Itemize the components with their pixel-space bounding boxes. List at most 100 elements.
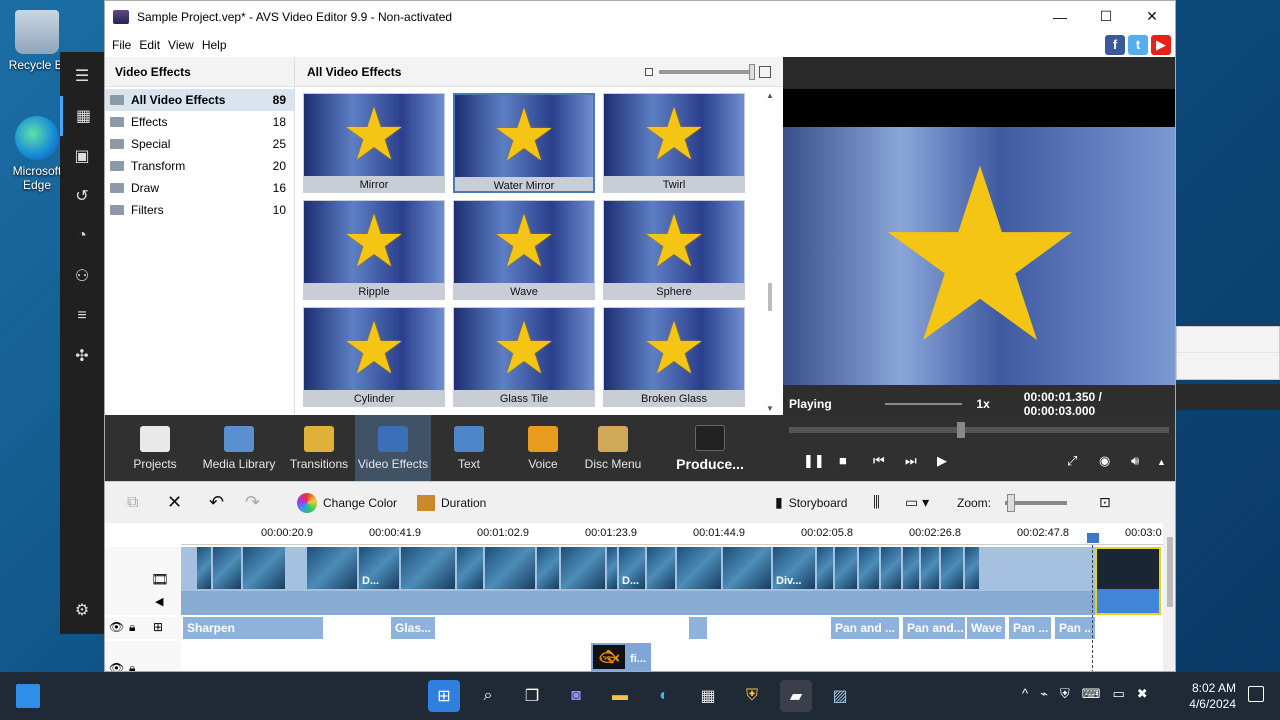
video-clip[interactable] [965, 547, 979, 589]
effect-tile[interactable]: ★ Water Mirror [453, 93, 595, 193]
category-item[interactable]: Special 25 [105, 133, 294, 155]
security-shield-icon[interactable]: ⛨ [736, 680, 768, 712]
video-clip[interactable] [941, 547, 963, 589]
volume-menu-arrow[interactable]: ▲ [1157, 457, 1166, 467]
dashboard-icon[interactable]: ▦ [60, 96, 104, 136]
image-icon[interactable]: ▣ [60, 136, 104, 176]
display-mode-icon[interactable]: ▭ ▾ [905, 494, 929, 511]
video-clip[interactable] [723, 547, 771, 589]
fit-timeline-icon[interactable]: ⊡ [1099, 494, 1111, 511]
storyboard-button[interactable]: ▮ Storyboard [775, 494, 847, 511]
video-clip[interactable] [835, 547, 857, 589]
category-item[interactable]: All Video Effects 89 [105, 89, 294, 111]
video-clip[interactable] [243, 547, 285, 589]
menu-view[interactable]: View [164, 38, 198, 52]
lock-icon[interactable]: 🔒︎ [129, 661, 135, 671]
effect-tile[interactable]: ★ Ripple [303, 200, 445, 300]
snapshot-icon[interactable]: ◉ [1099, 453, 1110, 469]
video-clip[interactable] [859, 547, 879, 589]
effect-clip[interactable]: Pan and... [903, 617, 965, 639]
video-clip[interactable] [537, 547, 559, 589]
playback-speed[interactable]: 1x [976, 397, 989, 411]
stop-button[interactable]: ■ [839, 453, 847, 468]
timeline-scrollbar[interactable] [1163, 523, 1175, 671]
speaker-icon[interactable]: ◀ [155, 595, 163, 608]
effect-tile[interactable]: ★ Glass Tile [453, 307, 595, 407]
people-icon[interactable]: ⚇ [60, 256, 104, 296]
effect-clip[interactable]: Pan ... [1009, 617, 1051, 639]
undo-icon[interactable]: ↶ [209, 492, 224, 513]
change-color-button[interactable]: Change Color [297, 492, 397, 513]
thumbnail-size-slider[interactable] [645, 64, 771, 80]
effect-tile[interactable]: ★ Broken Glass [603, 307, 745, 407]
effect-clip[interactable]: Pan and ... [831, 617, 899, 639]
effect-tile[interactable]: ★ Twirl [603, 93, 745, 193]
pause-button[interactable]: ❚❚ [803, 453, 825, 469]
show-hidden-icons-icon[interactable]: ^ [1022, 686, 1028, 702]
split-icon[interactable]: ⧉ [127, 494, 138, 512]
facebook-icon[interactable]: f [1105, 34, 1125, 55]
video-clip[interactable]: D... [359, 547, 399, 589]
gallery-scrollbar[interactable]: ▲ ▼ [765, 91, 775, 413]
play-range-button[interactable]: ▶ [937, 453, 947, 469]
effect-tile[interactable]: ★ Wave [453, 200, 595, 300]
category-item[interactable]: Draw 16 [105, 177, 294, 199]
video-clip[interactable] [401, 547, 455, 589]
volume-icon[interactable]: 🔊︎ [1131, 453, 1139, 469]
video-clip[interactable] [881, 547, 901, 589]
toolbar-video-effects[interactable]: Video Effects [355, 415, 431, 481]
effect-clip[interactable]: Pan ... [1055, 617, 1095, 639]
image-viewer-icon[interactable]: ▨ [824, 680, 856, 712]
volume-mini-slider[interactable] [885, 403, 963, 405]
history-icon[interactable]: ↺ [60, 176, 104, 216]
task-view-icon[interactable]: ❐ [516, 680, 548, 712]
menu-file[interactable]: File [108, 38, 135, 52]
youtube-icon[interactable]: ▶ [1151, 34, 1171, 55]
twitter-icon[interactable]: t [1128, 34, 1148, 55]
previous-frame-button[interactable]: ⏮ [873, 453, 885, 469]
eye-icon[interactable]: 👁︎ [109, 620, 124, 634]
produce-button[interactable]: Produce... [665, 415, 755, 481]
list-icon[interactable]: ≡ [60, 296, 104, 336]
video-clip[interactable] [677, 547, 721, 589]
settings-gear-icon[interactable]: ⚙ [60, 590, 104, 630]
preview-video[interactable]: ★ [783, 127, 1175, 385]
toolbar-transitions[interactable]: Transitions [281, 415, 357, 481]
toolbar-projects[interactable]: Projects [117, 415, 193, 481]
category-item[interactable]: Transform 20 [105, 155, 294, 177]
lock-icon[interactable]: 🔒︎ [129, 620, 135, 635]
video-clip[interactable] [561, 547, 605, 589]
effect-tile[interactable]: ★ Mirror [303, 93, 445, 193]
video-clip[interactable]: Div... [773, 547, 815, 589]
category-item[interactable]: Filters 10 [105, 199, 294, 221]
effect-tile[interactable]: ★ Cylinder [303, 307, 445, 407]
video-clip[interactable] [903, 547, 919, 589]
puzzle-icon[interactable]: ✣ [60, 336, 104, 376]
video-clip[interactable] [307, 547, 357, 589]
maximize-button[interactable]: ☐ [1083, 1, 1129, 32]
zoom-slider[interactable] [1005, 493, 1068, 512]
keyboard-icon[interactable]: ⌨ [1082, 686, 1101, 702]
menu-help[interactable]: Help [198, 38, 231, 52]
menu-icon[interactable]: ☰ [60, 56, 104, 96]
windows-start-icon[interactable]: ⊞ [428, 680, 460, 712]
video-clip[interactable] [921, 547, 939, 589]
video-clip[interactable] [647, 547, 675, 589]
category-item[interactable]: Effects 18 [105, 111, 294, 133]
avs-video-editor-taskbar-icon[interactable]: ▰ [780, 680, 812, 712]
video-clip[interactable]: D... [619, 547, 645, 589]
search-icon[interactable]: ⌕ [472, 680, 504, 712]
audio-mixer-icon[interactable]: ⫼ [873, 494, 880, 511]
effect-clip[interactable]: Sharpen [183, 617, 323, 639]
menu-edit[interactable]: Edit [135, 38, 164, 52]
speed-icon[interactable]: ◔ [60, 216, 104, 256]
effect-tile[interactable]: ★ Sphere [603, 200, 745, 300]
defender-icon[interactable]: ⛨ [1060, 686, 1070, 702]
effect-clip[interactable]: Wave [967, 617, 1005, 639]
effect-clip[interactable] [689, 617, 707, 639]
edge-taskbar-icon[interactable]: ◐ [648, 680, 680, 712]
time-ruler[interactable]: 00:00:20.9 00:00:41.9 00:01:02.9 00:01:23.9… [181, 523, 1175, 545]
delete-icon[interactable]: ✕ [167, 492, 182, 513]
video-track[interactable]: D... D... Div... [181, 547, 1161, 615]
chat-icon[interactable]: ◙ [560, 680, 592, 712]
